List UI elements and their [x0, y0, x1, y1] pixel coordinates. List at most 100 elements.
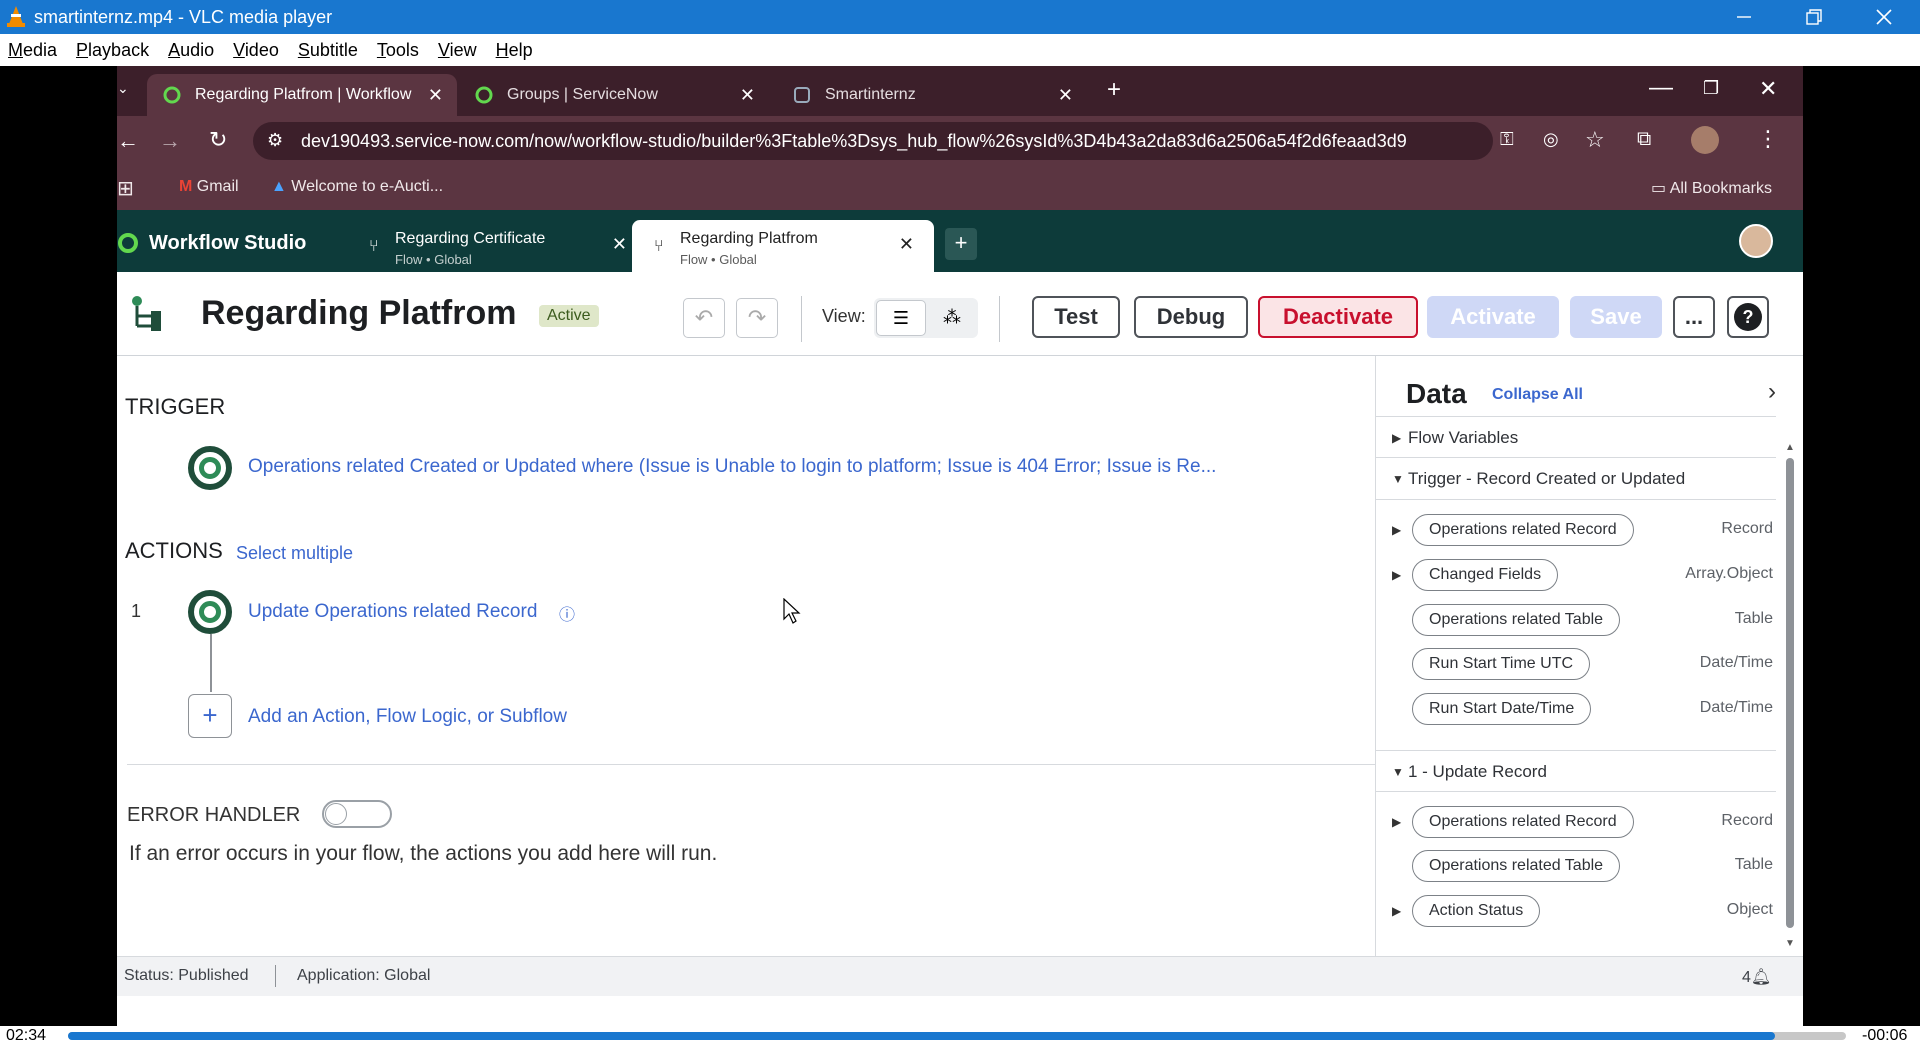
video-area[interactable]: ⌄ Regarding Platfrom | Workflow ✕ Groups…	[0, 66, 1920, 1026]
select-multiple-link[interactable]: Select multiple	[236, 543, 353, 564]
bookmark-eauction[interactable]: ▲ Welcome to e-Aucti...	[271, 178, 443, 196]
extensions-icon[interactable]: ⧉	[1637, 128, 1651, 151]
time-elapsed: 02:34	[6, 1027, 47, 1044]
expand-arrow-icon[interactable]: ▶	[1392, 523, 1401, 537]
data-panel: Data Collapse All › ▶ Flow Variables ▼ T…	[1375, 356, 1803, 956]
tab-smartinternz[interactable]: Smartinternz ✕	[777, 74, 1087, 116]
profile-avatar[interactable]	[1691, 126, 1719, 154]
bookmark-gmail[interactable]: M Gmail	[179, 178, 239, 196]
data-pill-run-start-time-utc[interactable]: Run Start Time UTC	[1412, 648, 1591, 680]
update-record-section[interactable]: ▼ 1 - Update Record	[1376, 750, 1776, 792]
scroll-up-icon[interactable]: ▲	[1785, 442, 1795, 453]
undo-button[interactable]: ↶	[683, 298, 725, 338]
minimize-icon	[1737, 16, 1751, 18]
action-info-icon[interactable]: ⓘ	[559, 601, 575, 625]
data-pill-action-status[interactable]: Action Status	[1412, 895, 1541, 927]
redo-button[interactable]: ↷	[736, 298, 778, 338]
debug-button[interactable]: Debug	[1134, 296, 1248, 338]
data-pill-operations-related-table[interactable]: Operations related Table	[1412, 850, 1621, 882]
ws-tab-regarding-platfrom[interactable]: ⑂ Regarding Platfrom Flow • Global ✕	[632, 220, 934, 272]
site-settings-icon[interactable]: ⚙	[267, 130, 283, 151]
menu-tools[interactable]: Tools	[377, 40, 419, 61]
menu-video[interactable]: Video	[233, 40, 279, 61]
trigger-heading: TRIGGER	[125, 394, 226, 419]
data-pill-operations-related-table[interactable]: Operations related Table	[1412, 604, 1621, 636]
add-ws-tab-button[interactable]: +	[945, 228, 977, 260]
collapse-all-link[interactable]: Collapse All	[1492, 386, 1583, 404]
flow-icon: ⑂	[369, 238, 379, 255]
ws-tab-subtitle: Flow • Global	[395, 252, 472, 267]
flow-canvas: TRIGGER Operations related Created or Up…	[117, 356, 1375, 956]
menu-media[interactable]: Media	[8, 40, 57, 61]
restore-button[interactable]	[1786, 0, 1842, 34]
tab-regarding-platfrom[interactable]: Regarding Platfrom | Workflow ✕	[147, 74, 457, 116]
ws-tab-title: Regarding Platfrom	[680, 230, 818, 247]
menu-dots-icon[interactable]: ⋮	[1757, 126, 1779, 152]
save-button[interactable]: Save	[1570, 296, 1662, 338]
password-key-icon[interactable]: ⚿	[1500, 129, 1514, 150]
data-pill-changed-fields[interactable]: Changed Fields	[1412, 559, 1559, 591]
menu-view[interactable]: View	[438, 40, 477, 61]
all-bookmarks-label: All Bookmarks	[1669, 180, 1772, 197]
close-tab-icon[interactable]: ✕	[899, 234, 914, 255]
address-bar[interactable]: ⚙ dev190493.service-now.com/now/workflow…	[253, 122, 1493, 160]
menu-playback[interactable]: Playback	[76, 40, 149, 61]
data-pill-operations-related-record[interactable]: Operations related Record	[1412, 806, 1634, 838]
tab-label: Groups | ServiceNow	[507, 86, 658, 103]
close-tab-icon[interactable]: ✕	[428, 85, 443, 106]
ws-tab-regarding-certificate[interactable]: ⑂ Regarding Certificate Flow • Global ✕	[347, 220, 647, 272]
section-label: Trigger - Record Created or Updated	[1408, 469, 1686, 488]
help-button[interactable]: ?	[1727, 296, 1769, 338]
menu-help[interactable]: Help	[496, 40, 533, 61]
all-bookmarks[interactable]: ▭ All Bookmarks	[1651, 178, 1772, 198]
seek-bar[interactable]	[68, 1032, 1846, 1040]
bookmark-star-icon[interactable]: ☆	[1585, 127, 1605, 153]
new-tab-icon[interactable]: +	[1107, 76, 1121, 104]
user-avatar[interactable]	[1739, 224, 1773, 258]
add-action-button[interactable]: +	[188, 694, 232, 738]
close-tab-icon[interactable]: ✕	[612, 234, 627, 255]
browser-minimize-icon[interactable]: —	[1649, 74, 1673, 102]
apps-grid-icon[interactable]: ⊞	[117, 176, 134, 201]
menu-audio[interactable]: Audio	[168, 40, 214, 61]
expand-arrow-icon[interactable]: ▶	[1392, 568, 1401, 582]
diagram-view-icon[interactable]: ⁂	[928, 300, 976, 336]
minimize-button[interactable]	[1716, 0, 1772, 34]
scrollbar[interactable]: ▲ ▼	[1782, 442, 1798, 952]
reload-icon[interactable]: ↻	[209, 127, 227, 153]
expand-arrow-icon[interactable]: ▶	[1392, 815, 1401, 829]
servicenow-logo-icon	[118, 233, 138, 253]
data-pill-operations-related-record[interactable]: Operations related Record	[1412, 514, 1634, 546]
data-pill-run-start-date-time[interactable]: Run Start Date/Time	[1412, 693, 1592, 725]
deactivate-button[interactable]: Deactivate	[1258, 296, 1418, 338]
close-tab-icon[interactable]: ✕	[1058, 85, 1073, 106]
notification-bell[interactable]: 4🔔︎	[1742, 967, 1771, 987]
close-tab-icon[interactable]: ✕	[740, 85, 755, 106]
close-button[interactable]	[1856, 0, 1912, 34]
chevron-right-icon[interactable]: ›	[1768, 378, 1776, 406]
scroll-down-icon[interactable]: ▼	[1785, 938, 1795, 949]
error-handler-toggle[interactable]	[322, 800, 392, 828]
list-view-icon[interactable]: ☰	[876, 300, 926, 336]
action-link[interactable]: Update Operations related Record	[248, 601, 537, 623]
activate-button[interactable]: Activate	[1427, 296, 1559, 338]
forward-icon[interactable]: →	[159, 128, 181, 154]
more-options-button[interactable]: ...	[1673, 296, 1715, 338]
menu-subtitle[interactable]: Subtitle	[298, 40, 358, 61]
browser-close-icon[interactable]: ✕	[1759, 76, 1777, 102]
test-button[interactable]: Test	[1032, 296, 1120, 338]
expand-arrow-icon[interactable]: ▶	[1392, 904, 1401, 918]
trigger-section[interactable]: ▼ Trigger - Record Created or Updated	[1376, 458, 1776, 500]
browser-restore-icon[interactable]: ❐	[1703, 78, 1719, 99]
add-action-link[interactable]: Add an Action, Flow Logic, or Subflow	[248, 706, 567, 728]
tab-groups-servicenow[interactable]: Groups | ServiceNow ✕	[459, 74, 769, 116]
eye-off-icon[interactable]: ◎	[1543, 129, 1559, 150]
tab-search-icon[interactable]: ⌄	[117, 80, 129, 97]
trigger-link[interactable]: Operations related Created or Updated wh…	[248, 456, 1216, 478]
flow-variables-section[interactable]: ▶ Flow Variables	[1376, 416, 1776, 458]
back-icon[interactable]: ←	[117, 128, 139, 154]
status-badge: Active	[539, 305, 599, 327]
scrollbar-thumb[interactable]	[1786, 458, 1794, 928]
servicenow-icon	[475, 86, 493, 104]
flow-icon: ⑂	[654, 238, 664, 255]
